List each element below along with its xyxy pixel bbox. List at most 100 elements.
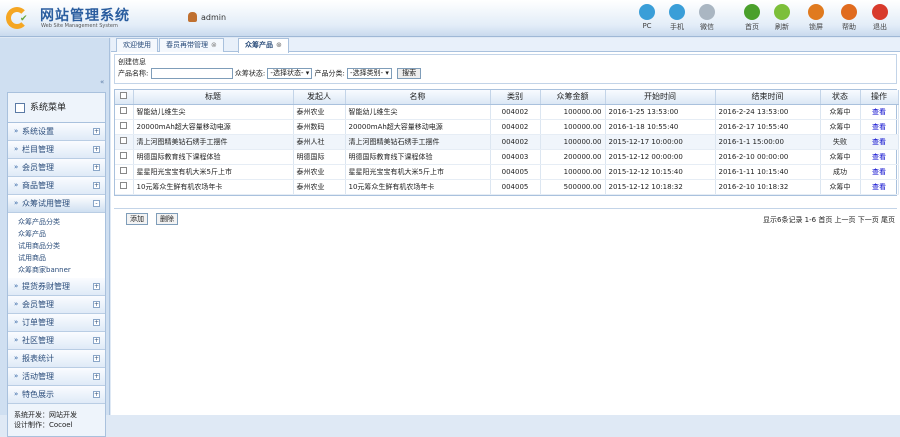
- refresh-icon: [774, 4, 790, 20]
- table-row[interactable]: 智能幼儿维生尖 泰州农业 智能幼儿维生尖 004002 100000.00 2016-1-…: [115, 104, 899, 120]
- main-content: 欢迎使用 春员再带管理 ⊗ 众筹产品 ⊗ 创建信息 产品名称: 众筹状态: -选择状态-…: [111, 38, 900, 415]
- table-row[interactable]: 10元筹众生鲜有机农场年卡 泰州农业 10元筹众生鲜有机农场年卡 004005 5000…: [115, 179, 899, 195]
- refresh-button[interactable]: 刷新: [768, 4, 796, 32]
- row-checkbox[interactable]: [120, 152, 128, 159]
- view-link[interactable]: 查看: [872, 168, 886, 176]
- menu-icon: [15, 103, 25, 113]
- table-cell[interactable]: [115, 179, 134, 195]
- sidebar-menu-item[interactable]: » 提货券财管理 +: [8, 278, 105, 296]
- submenu-item[interactable]: 众筹产品: [18, 228, 105, 240]
- close-icon[interactable]: ⊗: [211, 41, 217, 49]
- status-select[interactable]: -选择状态- ▾: [267, 68, 313, 79]
- home-icon: [744, 4, 760, 20]
- table-cell: 100000.00: [540, 104, 606, 120]
- view-link[interactable]: 查看: [872, 153, 886, 161]
- table-cell: 2016-1-11 10:15:40: [715, 164, 821, 180]
- tab-item[interactable]: 春员再带管理 ⊗: [159, 38, 224, 52]
- help-button[interactable]: 帮助: [835, 4, 863, 32]
- sidebar-menu-label: 特色展示: [22, 390, 54, 399]
- column-header[interactable]: [115, 90, 134, 105]
- phone-button[interactable]: 手机: [663, 4, 691, 32]
- table-cell: 2016-1-18 10:55:40: [605, 119, 716, 135]
- product-name-input[interactable]: [150, 68, 233, 79]
- wechat-icon: [699, 4, 715, 20]
- view-cell[interactable]: 查看: [860, 179, 899, 195]
- submenu-item[interactable]: 试用商品分类: [18, 240, 105, 252]
- data-grid: 标题 发起人 名称 类别 众筹金额 开始时间 结束时间 状态 操作 智能幼儿维生尖 泰州农业 智能幼…: [114, 89, 899, 196]
- view-cell[interactable]: 查看: [860, 164, 899, 180]
- close-icon[interactable]: ⊗: [276, 41, 282, 49]
- view-link[interactable]: 查看: [872, 138, 886, 146]
- select-all-checkbox[interactable]: [120, 92, 128, 100]
- sidebar-menu-label: 商品管理: [22, 181, 54, 190]
- table-cell: 泰州农业: [293, 164, 346, 180]
- collapse-sidebar-button[interactable]: «: [100, 78, 104, 86]
- logout-button[interactable]: 退出: [866, 4, 894, 32]
- column-header: 结束时间: [715, 90, 821, 105]
- lock-button[interactable]: 锁屏: [802, 4, 830, 32]
- sidebar-menu-item[interactable]: » 活动管理 +: [8, 368, 105, 386]
- expand-icon: +: [93, 391, 100, 398]
- row-checkbox[interactable]: [120, 122, 128, 129]
- table-cell: 众筹中: [820, 179, 861, 195]
- view-link[interactable]: 查看: [872, 108, 886, 116]
- sidebar-menu-item[interactable]: » 会员管理 +: [8, 159, 105, 177]
- sidebar-menu-item[interactable]: » 会员管理 +: [8, 296, 105, 314]
- app-title: 网站管理系统: [40, 8, 130, 24]
- sidebar-menu-item[interactable]: » 商品管理 +: [8, 177, 105, 195]
- wechat-button[interactable]: 微信: [693, 4, 721, 32]
- table-cell[interactable]: [115, 149, 134, 165]
- logout-icon: [872, 4, 888, 20]
- row-checkbox[interactable]: [120, 137, 128, 144]
- pc-button[interactable]: PC: [633, 4, 661, 30]
- add-button[interactable]: 添加: [126, 213, 148, 225]
- table-cell[interactable]: [115, 164, 134, 180]
- submenu-item[interactable]: 试用商品: [18, 252, 105, 264]
- column-header: 操作: [860, 90, 899, 105]
- status-label: 众筹状态:: [234, 69, 266, 78]
- sidebar-menu-item[interactable]: » 栏目管理 +: [8, 141, 105, 159]
- expand-icon: +: [93, 182, 100, 189]
- home-button[interactable]: 首页: [738, 4, 766, 32]
- search-button[interactable]: 搜索: [397, 68, 422, 79]
- view-cell[interactable]: 查看: [860, 119, 899, 135]
- sidebar-menu-item[interactable]: » 众筹试用管理 -: [8, 195, 105, 213]
- row-checkbox[interactable]: [120, 107, 128, 114]
- view-cell[interactable]: 查看: [860, 134, 899, 150]
- table-cell: 智能幼儿维生尖: [345, 104, 491, 120]
- tab-item[interactable]: 众筹产品 ⊗: [238, 38, 289, 53]
- table-row[interactable]: 星星阳光宝宝有机大米5斤上市 泰州农业 星星阳光宝宝有机大米5斤上市 004005 10…: [115, 164, 899, 180]
- sidebar-menu-item[interactable]: » 特色展示 +: [8, 386, 105, 404]
- table-cell[interactable]: [115, 104, 134, 120]
- column-header: 名称: [345, 90, 491, 105]
- table-row[interactable]: 清上河图精美钻石绣手工摆件 泰州人社 清上河图精美钻石绣手工摆件 004002 1000…: [115, 134, 899, 150]
- table-cell: 众筹中: [820, 104, 861, 120]
- category-select[interactable]: -选择类别- ▾: [347, 68, 392, 79]
- expand-icon: -: [93, 200, 100, 207]
- column-header: 开始时间: [605, 90, 716, 105]
- arrow-icon: »: [14, 390, 19, 398]
- view-link[interactable]: 查看: [872, 123, 886, 131]
- submenu-item[interactable]: 众筹商家banner: [18, 264, 105, 276]
- submenu: 众筹产品分类 众筹产品 试用商品分类 试用商品 众筹商家banner: [8, 213, 105, 278]
- sidebar-menu-item[interactable]: » 订单管理 +: [8, 314, 105, 332]
- table-cell: 失败: [820, 134, 861, 150]
- row-checkbox[interactable]: [120, 182, 128, 189]
- table-row[interactable]: 20000mAh超大容量移动电源 泰州数码 20000mAh超大容量移动电源 0040…: [115, 119, 899, 135]
- sidebar-menu-item[interactable]: » 系统设置 +: [8, 123, 105, 141]
- table-cell[interactable]: [115, 119, 134, 135]
- table-cell[interactable]: [115, 134, 134, 150]
- tab-item[interactable]: 欢迎使用: [116, 38, 158, 52]
- sidebar-menu-item[interactable]: » 报表统计 +: [8, 350, 105, 368]
- row-checkbox[interactable]: [120, 167, 128, 174]
- arrow-icon: »: [14, 300, 19, 308]
- view-link[interactable]: 查看: [872, 183, 886, 191]
- sidebar-menu-label: 会员管理: [22, 300, 54, 309]
- delete-button[interactable]: 删除: [156, 213, 178, 225]
- sidebar-menu-item[interactable]: » 社区管理 +: [8, 332, 105, 350]
- table-row[interactable]: 明德国际教育线下课程体验 明德国际 明德国际教育线下课程体验 004003 200000…: [115, 149, 899, 165]
- view-cell[interactable]: 查看: [860, 104, 899, 120]
- view-cell[interactable]: 查看: [860, 149, 899, 165]
- table-cell: 2016-2-17 10:55:40: [715, 119, 821, 135]
- submenu-item[interactable]: 众筹产品分类: [18, 216, 105, 228]
